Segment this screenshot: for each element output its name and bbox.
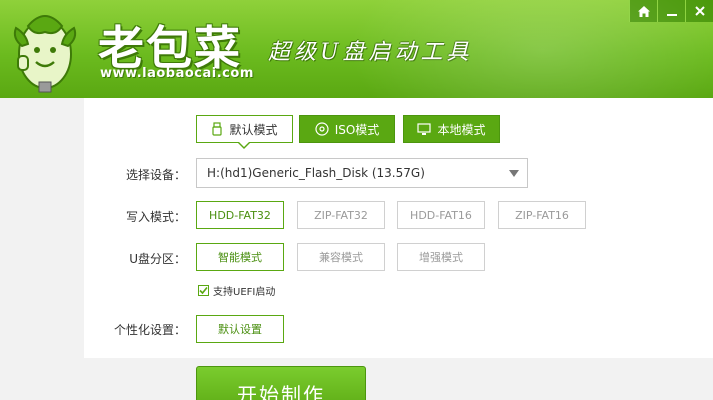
device-label: 选择设备： bbox=[125, 168, 186, 182]
tab-local-mode[interactable]: 本地模式 bbox=[403, 115, 500, 143]
tab-local-mode-label: 本地模式 bbox=[437, 122, 486, 137]
write-mode-hdd-fat32[interactable]: HDD-FAT32 bbox=[196, 201, 284, 229]
write-mode-zip-fat32[interactable]: ZIP-FAT32 bbox=[297, 201, 385, 229]
active-tab-pointer bbox=[238, 142, 250, 149]
home-icon bbox=[637, 5, 650, 17]
app-header: 老包菜 www.laobaocai.com 超级U盘启动工具 bbox=[0, 0, 713, 98]
logo-url: www.laobaocai.com bbox=[100, 66, 254, 81]
uefi-checkbox[interactable] bbox=[198, 285, 209, 296]
partition-smart-mode[interactable]: 智能模式 bbox=[196, 243, 284, 271]
monitor-icon bbox=[417, 122, 432, 135]
disc-icon bbox=[315, 122, 329, 136]
tab-default-mode-label: 默认模式 bbox=[229, 122, 278, 137]
usb-icon bbox=[212, 122, 223, 136]
tab-iso-mode-label: ISO模式 bbox=[334, 122, 380, 137]
partition-compat-mode[interactable]: 兼容模式 bbox=[297, 243, 385, 271]
minimize-button[interactable] bbox=[657, 0, 685, 22]
close-icon bbox=[694, 6, 705, 16]
device-select[interactable]: H:(hd1)Generic_Flash_Disk (13.57G) bbox=[196, 158, 528, 188]
chevron-down-icon bbox=[509, 170, 519, 177]
default-settings-button[interactable]: 默认设置 bbox=[196, 315, 284, 343]
write-mode-zip-fat16[interactable]: ZIP-FAT16 bbox=[498, 201, 586, 229]
personalize-label: 个性化设置： bbox=[113, 323, 186, 337]
partition-enhanced-mode[interactable]: 增强模式 bbox=[397, 243, 485, 271]
write-mode-label: 写入模式： bbox=[125, 210, 186, 224]
minimize-icon bbox=[666, 14, 677, 16]
write-mode-hdd-fat16[interactable]: HDD-FAT16 bbox=[397, 201, 485, 229]
partition-label: U盘分区： bbox=[129, 252, 186, 266]
tab-default-mode[interactable]: 默认模式 bbox=[196, 115, 293, 143]
cabbage-mascot-logo bbox=[13, 15, 77, 93]
uefi-option[interactable]: 支持UEFI启动 bbox=[198, 283, 275, 298]
device-select-value: H:(hd1)Generic_Flash_Disk (13.57G) bbox=[207, 166, 425, 180]
checkmark-icon bbox=[199, 286, 208, 295]
tab-iso-mode[interactable]: ISO模式 bbox=[299, 115, 395, 143]
close-button[interactable] bbox=[685, 0, 713, 22]
slogan-text: 超级U盘启动工具 bbox=[268, 40, 473, 65]
home-button[interactable] bbox=[629, 0, 657, 22]
start-button[interactable]: 开始制作 bbox=[196, 366, 366, 400]
uefi-label: 支持UEFI启动 bbox=[213, 287, 276, 298]
